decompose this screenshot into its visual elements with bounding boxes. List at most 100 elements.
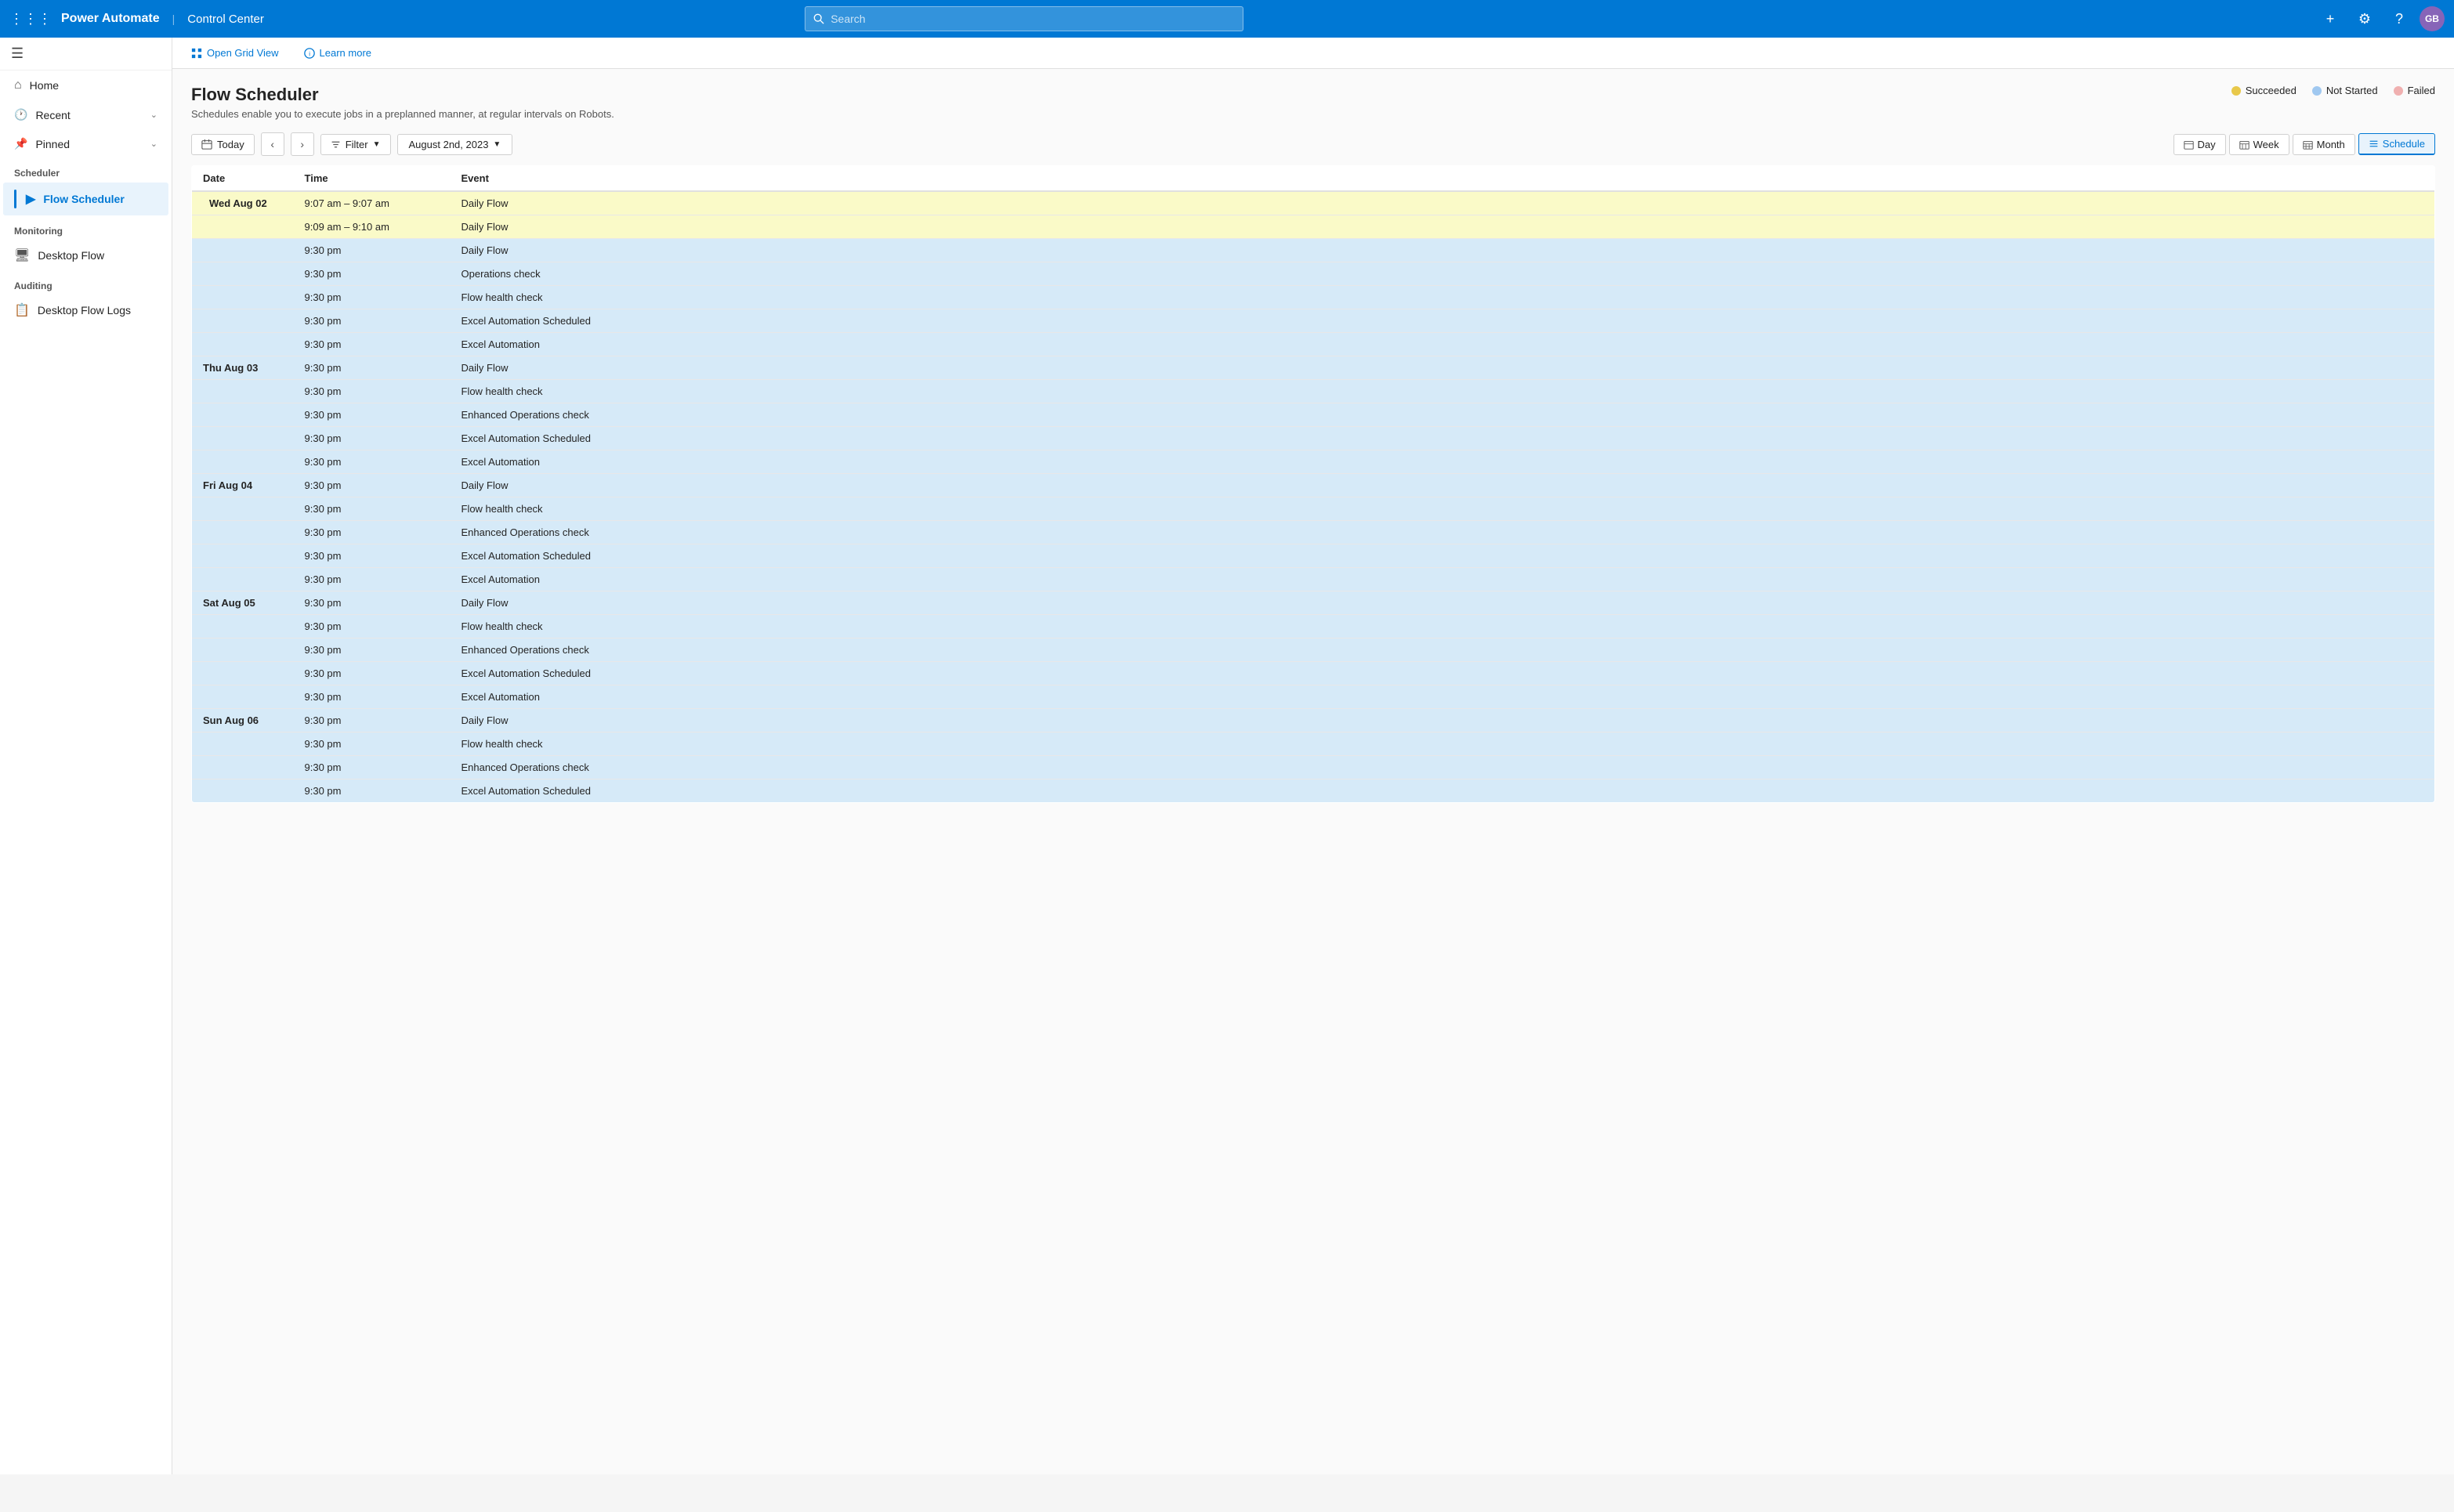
open-grid-view-button[interactable]: Open Grid View	[185, 44, 285, 62]
month-view-button[interactable]: Month	[2293, 134, 2355, 155]
table-row[interactable]: Sun Aug 069:30 pmDaily Flow	[192, 709, 2435, 732]
page-header: Flow Scheduler Schedules enable you to e…	[191, 85, 2435, 120]
event-cell: Enhanced Operations check	[451, 403, 2435, 427]
time-cell: 9:30 pm	[294, 497, 451, 521]
table-row[interactable]: 9:30 pmEnhanced Operations check	[192, 403, 2435, 427]
sidebar-item-flow-scheduler[interactable]: ▶ Flow Scheduler	[3, 183, 168, 215]
day-view-icon	[2184, 139, 2194, 150]
event-cell: Daily Flow	[451, 191, 2435, 215]
table-row[interactable]: 9:30 pmExcel Automation Scheduled	[192, 780, 2435, 803]
event-cell: Excel Automation Scheduled	[451, 662, 2435, 685]
help-button[interactable]: ?	[2385, 5, 2413, 33]
pin-icon: 📌	[14, 137, 27, 150]
week-view-button[interactable]: Week	[2229, 134, 2289, 155]
day-view-button[interactable]: Day	[2173, 134, 2226, 155]
monitoring-section-label: Monitoring	[0, 216, 172, 240]
date-cell	[192, 521, 294, 544]
table-body: Wed Aug 029:07 am – 9:07 amDaily Flow9:0…	[192, 191, 2435, 803]
page-header-left: Flow Scheduler Schedules enable you to e…	[191, 85, 614, 120]
date-cell: Fri Aug 04	[192, 474, 294, 497]
time-cell: 9:30 pm	[294, 403, 451, 427]
table-row[interactable]: 9:30 pmEnhanced Operations check	[192, 638, 2435, 662]
table-row[interactable]: 9:30 pmExcel Automation Scheduled	[192, 544, 2435, 568]
search-input[interactable]	[831, 13, 1235, 25]
event-cell: Daily Flow	[451, 709, 2435, 732]
date-cell	[192, 215, 294, 239]
table-row[interactable]: Thu Aug 039:30 pmDaily Flow	[192, 356, 2435, 380]
table-row[interactable]: 9:30 pmExcel Automation Scheduled	[192, 427, 2435, 450]
date-cell	[192, 380, 294, 403]
table-row[interactable]: 9:30 pmEnhanced Operations check	[192, 521, 2435, 544]
table-row[interactable]: 9:30 pmExcel Automation	[192, 333, 2435, 356]
brand-name: Power Automate	[61, 12, 160, 26]
legend-succeeded: Succeeded	[2231, 85, 2297, 96]
schedule-view-button[interactable]: Schedule	[2358, 133, 2435, 155]
main-content: Open Grid View i Learn more Flow Schedul…	[172, 38, 2454, 1474]
date-cell	[192, 756, 294, 780]
filter-button[interactable]: Filter ▼	[320, 134, 391, 155]
next-button[interactable]: ›	[291, 132, 314, 156]
recent-icon: 🕐	[14, 108, 27, 121]
event-cell: Flow health check	[451, 732, 2435, 756]
table-row[interactable]: Wed Aug 029:07 am – 9:07 amDaily Flow	[192, 191, 2435, 215]
event-cell: Excel Automation	[451, 450, 2435, 474]
sidebar-item-desktop-flow[interactable]: 🖥 Desktop Flow	[3, 241, 168, 270]
info-icon: i	[304, 48, 315, 59]
table-row[interactable]: 9:30 pmFlow health check	[192, 497, 2435, 521]
date-cell	[192, 262, 294, 286]
search-bar[interactable]	[805, 6, 1243, 31]
auditing-section-label: Auditing	[0, 271, 172, 295]
prev-button[interactable]: ‹	[261, 132, 284, 156]
calendar-view-buttons: Day Week Month Schedule	[2173, 133, 2435, 155]
table-row[interactable]: 9:09 am – 9:10 amDaily Flow	[192, 215, 2435, 239]
table-row[interactable]: 9:30 pmEnhanced Operations check	[192, 756, 2435, 780]
settings-button[interactable]: ⚙	[2351, 5, 2379, 33]
sidebar-collapse-button[interactable]: ☰	[0, 38, 172, 71]
date-cell: Sat Aug 05	[192, 591, 294, 615]
time-cell: 9:30 pm	[294, 756, 451, 780]
not-started-dot	[2312, 86, 2322, 96]
sidebar-item-pinned[interactable]: 📌 Pinned ⌄	[3, 130, 168, 157]
today-button[interactable]: Today	[191, 134, 255, 155]
top-navigation: ⋮⋮⋮ Power Automate | Control Center + ⚙ …	[0, 0, 2454, 38]
table-row[interactable]: 9:30 pmExcel Automation Scheduled	[192, 662, 2435, 685]
table-row[interactable]: 9:30 pmExcel Automation	[192, 685, 2435, 709]
table-row[interactable]: 9:30 pmExcel Automation	[192, 450, 2435, 474]
learn-more-button[interactable]: i Learn more	[298, 44, 378, 62]
nav-divider: |	[172, 13, 176, 25]
time-cell: 9:30 pm	[294, 591, 451, 615]
table-row[interactable]: 9:30 pmExcel Automation Scheduled	[192, 309, 2435, 333]
date-cell: Sun Aug 06	[192, 709, 294, 732]
avatar[interactable]: GB	[2420, 6, 2445, 31]
date-column-header: Date	[192, 166, 294, 192]
table-row[interactable]: Sat Aug 059:30 pmDaily Flow	[192, 591, 2435, 615]
time-cell: 9:30 pm	[294, 309, 451, 333]
table-row[interactable]: 9:30 pmExcel Automation	[192, 568, 2435, 591]
table-row[interactable]: 9:30 pmFlow health check	[192, 380, 2435, 403]
week-view-icon	[2239, 139, 2250, 150]
date-cell	[192, 568, 294, 591]
table-row[interactable]: 9:30 pmFlow health check	[192, 286, 2435, 309]
table-row[interactable]: 9:30 pmDaily Flow	[192, 239, 2435, 262]
table-row[interactable]: Fri Aug 049:30 pmDaily Flow	[192, 474, 2435, 497]
event-column-header: Event	[451, 166, 2435, 192]
time-cell: 9:30 pm	[294, 474, 451, 497]
add-button[interactable]: +	[2316, 5, 2344, 33]
sidebar-item-home[interactable]: ⌂ Home	[3, 71, 168, 99]
time-cell: 9:30 pm	[294, 427, 451, 450]
event-cell: Daily Flow	[451, 215, 2435, 239]
time-cell: 9:30 pm	[294, 568, 451, 591]
home-icon: ⌂	[14, 78, 22, 92]
table-row[interactable]: 9:30 pmOperations check	[192, 262, 2435, 286]
scheduler-section-label: Scheduler	[0, 158, 172, 182]
date-cell	[192, 638, 294, 662]
sidebar-item-recent[interactable]: 🕐 Recent ⌄	[3, 101, 168, 128]
sidebar-item-desktop-flow-logs[interactable]: 📋 Desktop Flow Logs	[3, 295, 168, 325]
event-cell: Flow health check	[451, 497, 2435, 521]
table-row[interactable]: 9:30 pmFlow health check	[192, 615, 2435, 638]
date-selector-button[interactable]: August 2nd, 2023 ▼	[397, 134, 513, 155]
event-cell: Daily Flow	[451, 356, 2435, 380]
table-row[interactable]: 9:30 pmFlow health check	[192, 732, 2435, 756]
date-cell	[192, 497, 294, 521]
grid-icon[interactable]: ⋮⋮⋮	[9, 11, 52, 27]
